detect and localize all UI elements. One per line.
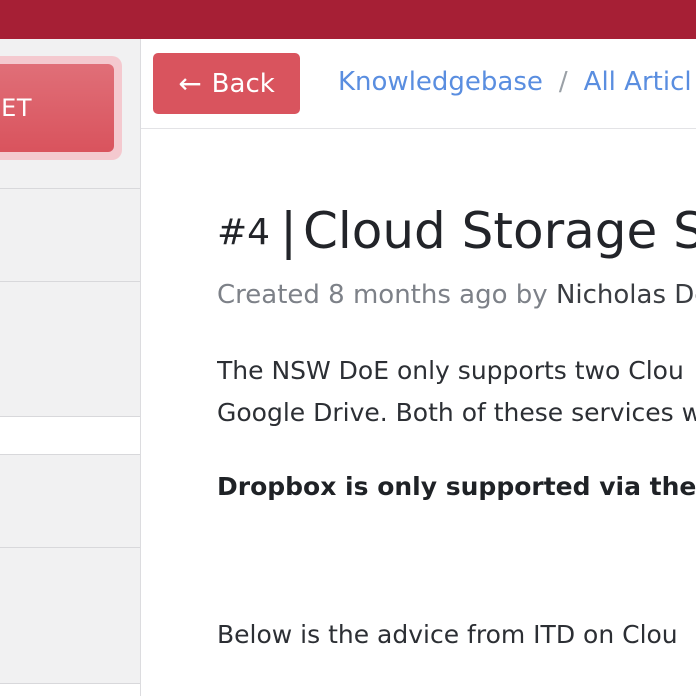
main-header: ← Back Knowledgebase / All Articl [141,39,696,129]
paragraph-line: Google Drive. Both of these services w [217,398,696,427]
top-bar [0,0,696,39]
breadcrumb-separator: / [558,67,568,97]
back-button[interactable]: ← Back [153,53,300,114]
new-ticket-button[interactable]: ET [0,64,114,152]
article-created: Created 8 months ago by [217,280,556,310]
paragraph-line: The NSW DoE only supports two Clou [217,356,684,385]
breadcrumb-knowledgebase[interactable]: Knowledgebase [338,67,543,97]
article-title: Cloud Storage S [302,202,696,260]
breadcrumb-all-articles[interactable]: All Articl [584,67,692,97]
article-number: #4 [217,212,271,253]
sidebar-item[interactable] [0,188,140,281]
article-paragraph: The NSW DoE only supports two Clou Googl… [217,350,696,434]
article-bold-note: Dropbox is only supported via the w [217,472,696,501]
main-panel: ← Back Knowledgebase / All Articl #4 | Cloud… [141,39,696,696]
arrow-left-icon: ← [178,66,202,100]
sidebar-item[interactable] [0,454,140,547]
back-button-label: Back [211,68,275,99]
article-paragraph: Below is the advice from ITD on Clou [217,620,678,649]
sidebar-spacer [0,416,140,454]
title-separator: | [280,202,297,260]
breadcrumb: Knowledgebase / All Articl [338,67,692,97]
article-author: Nicholas De [555,280,696,310]
new-ticket-button-label: ET [1,94,32,122]
article-meta: Created 8 months ago by Nicholas De [217,280,696,310]
sidebar-item[interactable] [0,281,140,416]
sidebar-item[interactable] [0,547,140,683]
sidebar-spacer [0,683,140,697]
article-content: #4 | Cloud Storage S Created 8 months ago … [217,128,696,696]
page-title: #4 | Cloud Storage S [217,206,696,256]
